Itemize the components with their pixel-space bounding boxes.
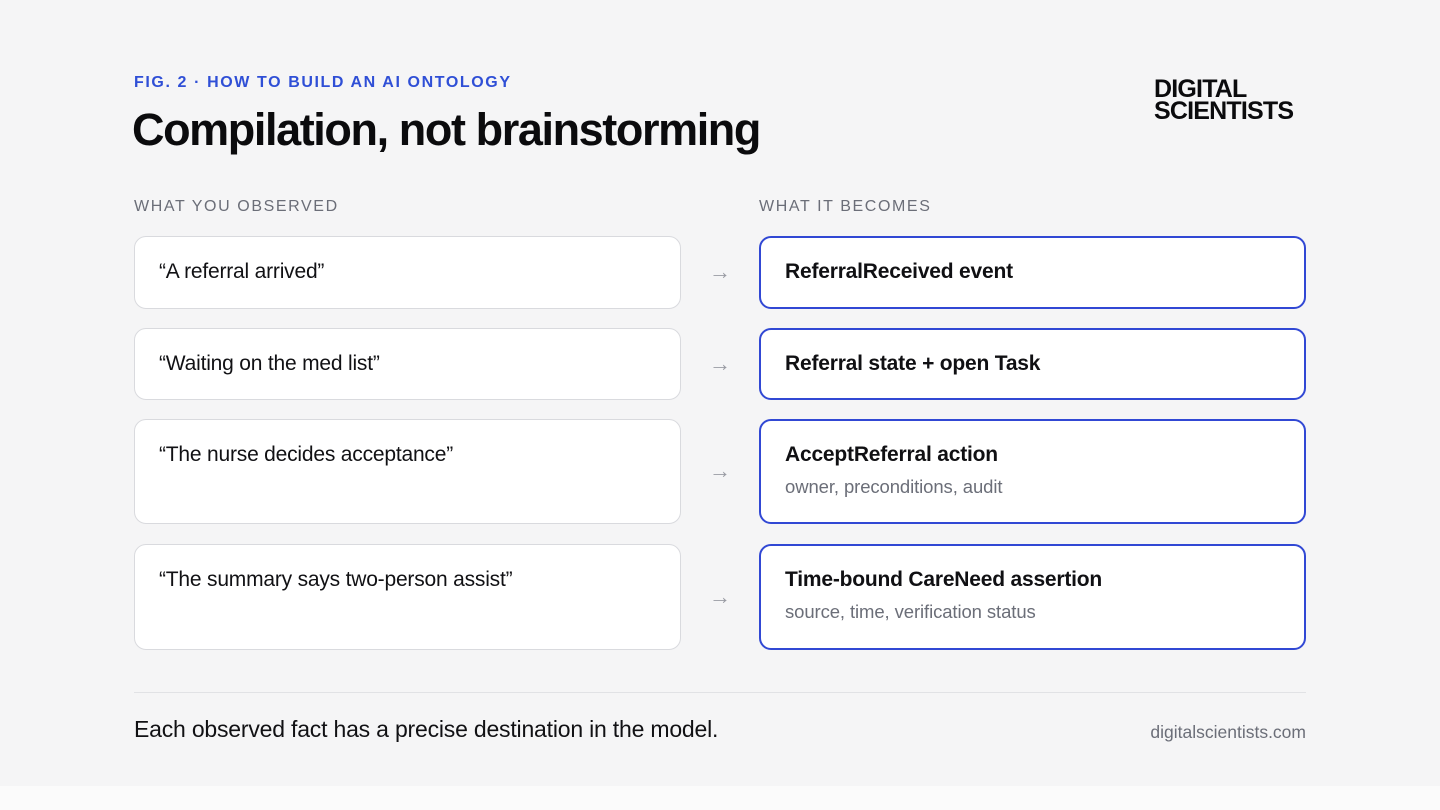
observed-text: “The summary says two-person assist” bbox=[159, 568, 513, 591]
result-subtitle: owner, preconditions, audit bbox=[785, 476, 1003, 498]
result-subtitle: source, time, verification status bbox=[785, 601, 1036, 623]
observed-card-2: “Waiting on the med list” bbox=[134, 328, 681, 400]
arrow-icon: → bbox=[709, 458, 731, 483]
result-title: AcceptReferral action bbox=[785, 443, 998, 466]
observed-card-4: “The summary says two-person assist” bbox=[134, 544, 681, 650]
footer-divider bbox=[134, 692, 1306, 693]
observed-text: “Waiting on the med list” bbox=[159, 352, 380, 375]
result-title: Referral state + open Task bbox=[785, 352, 1041, 375]
figure-eyebrow: FIG. 2 · HOW TO BUILD AN AI ONTOLOGY bbox=[134, 74, 512, 91]
observed-card-3: “The nurse decides acceptance” bbox=[134, 419, 681, 524]
arrow-icon: → bbox=[709, 259, 731, 284]
footer-url: digitalscientists.com bbox=[1150, 722, 1306, 742]
column-label-observed: WHAT YOU OBSERVED bbox=[134, 198, 339, 215]
footer-caption: Each observed fact has a precise destina… bbox=[134, 716, 719, 742]
result-title: ReferralReceived event bbox=[785, 260, 1013, 283]
page-title: Compilation, not brainstorming bbox=[132, 104, 761, 155]
result-card-2: Referral state + open Task bbox=[759, 328, 1306, 400]
observed-text: “The nurse decides acceptance” bbox=[159, 443, 453, 466]
logo-line-2: SCIENTISTS bbox=[1154, 97, 1294, 125]
result-card-4: Time-bound CareNeed assertion source, ti… bbox=[759, 544, 1306, 650]
result-card-1: ReferralReceived event bbox=[759, 236, 1306, 309]
result-title: Time-bound CareNeed assertion bbox=[785, 568, 1103, 591]
observed-text: “A referral arrived” bbox=[159, 260, 325, 283]
observed-card-1: “A referral arrived” bbox=[134, 236, 681, 309]
arrow-icon: → bbox=[709, 584, 731, 609]
column-label-becomes: WHAT IT BECOMES bbox=[759, 198, 932, 215]
bottom-strip bbox=[0, 786, 1440, 810]
result-card-3: AcceptReferral action owner, preconditio… bbox=[759, 419, 1306, 524]
brand-logo: DIGITAL SCIENTISTS bbox=[1154, 77, 1294, 125]
arrow-icon: → bbox=[709, 351, 731, 376]
slide: FIG. 2 · HOW TO BUILD AN AI ONTOLOGY Com… bbox=[0, 0, 1440, 810]
